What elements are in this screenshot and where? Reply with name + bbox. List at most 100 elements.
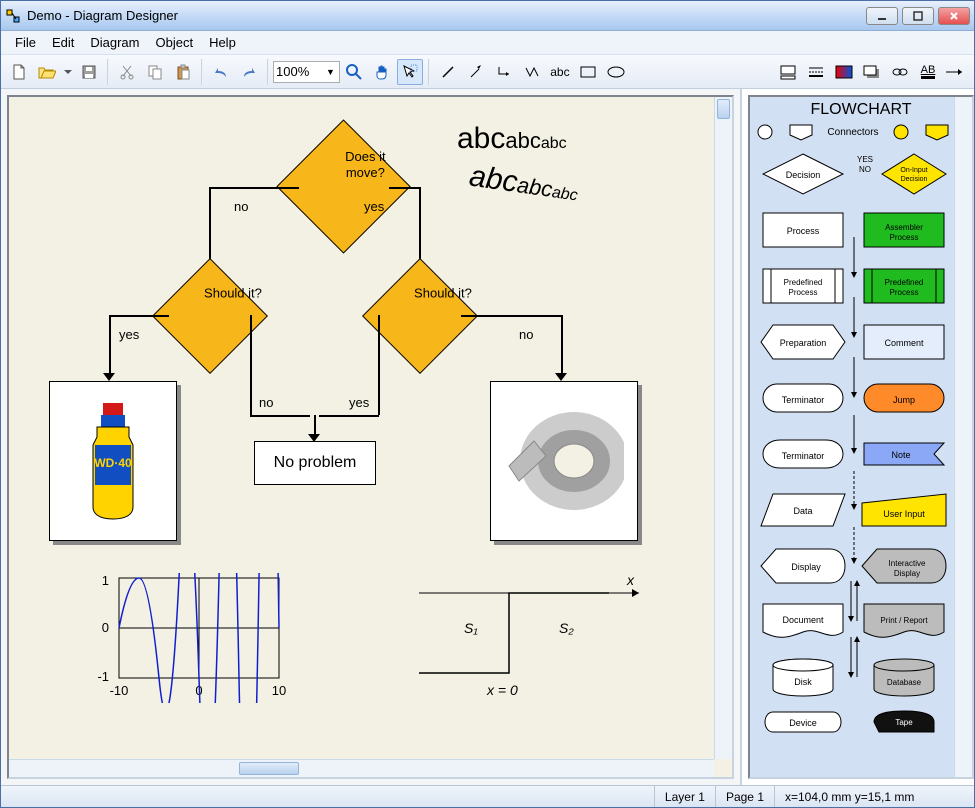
svg-text:Decision: Decision bbox=[785, 170, 820, 180]
pan-tool-icon[interactable] bbox=[369, 59, 395, 85]
toolbar: ▼ abc AB bbox=[1, 55, 974, 89]
process-node[interactable]: No problem bbox=[254, 441, 376, 485]
arrow-right-icon[interactable] bbox=[943, 59, 969, 85]
edge-label: yes bbox=[119, 327, 139, 342]
palette-document[interactable]: Document bbox=[754, 595, 851, 649]
palette-tape[interactable]: Tape bbox=[855, 707, 952, 737]
redo-icon[interactable] bbox=[236, 59, 262, 85]
palette-terminator2[interactable]: Terminator bbox=[754, 427, 851, 481]
cut-icon[interactable] bbox=[114, 59, 140, 85]
close-button[interactable] bbox=[938, 7, 970, 25]
select-tool-icon[interactable] bbox=[397, 59, 423, 85]
menu-file[interactable]: File bbox=[7, 33, 44, 52]
text-sample[interactable]: abcabcabc bbox=[467, 160, 580, 209]
arrow-tool-icon[interactable] bbox=[463, 59, 489, 85]
svg-text:S₂: S₂ bbox=[559, 620, 574, 636]
status-page[interactable]: Page 1 bbox=[715, 786, 774, 807]
copy-icon[interactable] bbox=[142, 59, 168, 85]
plot-step[interactable]: x S₁ S₂ x = 0 bbox=[409, 573, 649, 703]
svg-text:Note: Note bbox=[891, 450, 910, 460]
svg-text:Terminator: Terminator bbox=[781, 451, 824, 461]
zoom-selector[interactable]: ▼ bbox=[273, 61, 340, 83]
new-file-icon[interactable] bbox=[6, 59, 32, 85]
image-wd40[interactable]: WD·40 bbox=[49, 381, 177, 541]
text-tool-icon[interactable]: abc bbox=[547, 59, 573, 85]
text-sample[interactable]: abcabcabc bbox=[457, 122, 567, 156]
zoom-input[interactable] bbox=[276, 64, 324, 79]
palette-assembler-process[interactable]: AssemblerProcess bbox=[855, 203, 952, 257]
dropdown-icon[interactable] bbox=[62, 59, 74, 85]
open-file-icon[interactable] bbox=[34, 59, 60, 85]
palette-predefined-process[interactable]: PredefinedProcess bbox=[754, 259, 851, 313]
palette-note[interactable]: Note bbox=[855, 427, 952, 481]
palette-comment[interactable]: Comment bbox=[855, 315, 952, 369]
palette-database[interactable]: Database bbox=[855, 651, 952, 705]
connector-circle-yellow-icon[interactable] bbox=[892, 123, 910, 141]
edge-label: yes bbox=[364, 199, 384, 214]
palette-jump[interactable]: Jump bbox=[855, 371, 952, 425]
edge-label: no bbox=[234, 199, 248, 214]
minimize-button[interactable] bbox=[866, 7, 898, 25]
palette-interactive-display[interactable]: InteractiveDisplay bbox=[855, 539, 952, 593]
plot-sine[interactable]: 1 0 -1 -10 0 10 bbox=[89, 573, 289, 703]
svg-text:Interactive: Interactive bbox=[888, 559, 925, 568]
zigzag-tool-icon[interactable] bbox=[519, 59, 545, 85]
palette-on-input-decision[interactable]: YES NO On-InputDecision bbox=[855, 147, 952, 201]
palette-predefined-process-green[interactable]: PredefinedProcess bbox=[855, 259, 952, 313]
line-style-icon[interactable] bbox=[803, 59, 829, 85]
palette-data[interactable]: Data bbox=[754, 483, 851, 537]
svg-text:Data: Data bbox=[793, 506, 812, 516]
main-area: Does it move? no yes Should it? Should i… bbox=[1, 89, 974, 785]
ellipse-tool-icon[interactable] bbox=[603, 59, 629, 85]
palette-preparation[interactable]: Preparation bbox=[754, 315, 851, 369]
palette-title: FLOWCHART bbox=[750, 97, 972, 123]
connector-circle-icon[interactable] bbox=[756, 123, 774, 141]
palette-print-report[interactable]: Print / Report bbox=[855, 595, 952, 649]
text-color-icon[interactable]: AB bbox=[915, 59, 941, 85]
menu-object[interactable]: Object bbox=[147, 33, 201, 52]
canvas[interactable]: Does it move? no yes Should it? Should i… bbox=[7, 95, 734, 779]
fill-color-icon[interactable] bbox=[775, 59, 801, 85]
palette-terminator[interactable]: Terminator bbox=[754, 371, 851, 425]
palette-decision[interactable]: Decision bbox=[754, 147, 851, 201]
connector-offpage-yellow-icon[interactable] bbox=[924, 123, 950, 141]
shadow-icon[interactable] bbox=[859, 59, 885, 85]
rect-tool-icon[interactable] bbox=[575, 59, 601, 85]
palette: FLOWCHART Connectors Decision bbox=[740, 89, 974, 785]
palette-process[interactable]: Process bbox=[754, 203, 851, 257]
app-window: Demo - Diagram Designer File Edit Diagra… bbox=[0, 0, 975, 808]
svg-text:Preparation: Preparation bbox=[779, 338, 826, 348]
paste-icon[interactable] bbox=[170, 59, 196, 85]
zoom-tool-icon[interactable] bbox=[341, 59, 367, 85]
palette-disk[interactable]: Disk bbox=[754, 651, 851, 705]
svg-text:On-Input: On-Input bbox=[900, 167, 927, 174]
palette-device[interactable]: Device bbox=[754, 707, 851, 737]
gradient-icon[interactable] bbox=[831, 59, 857, 85]
svg-text:Display: Display bbox=[893, 569, 919, 578]
link-icon[interactable] bbox=[887, 59, 913, 85]
chevron-down-icon[interactable]: ▼ bbox=[324, 67, 337, 77]
palette-vertical-scrollbar[interactable] bbox=[954, 97, 972, 777]
edge-label: no bbox=[519, 327, 533, 342]
menu-edit[interactable]: Edit bbox=[44, 33, 82, 52]
canvas-horizontal-scrollbar[interactable] bbox=[9, 759, 714, 777]
save-icon[interactable] bbox=[76, 59, 102, 85]
connector-tool-icon[interactable] bbox=[491, 59, 517, 85]
undo-icon[interactable] bbox=[208, 59, 234, 85]
image-duct-tape[interactable] bbox=[490, 381, 638, 541]
svg-text:Process: Process bbox=[788, 288, 817, 297]
palette-user-input[interactable]: User Input bbox=[855, 483, 952, 537]
svg-text:Print / Report: Print / Report bbox=[880, 616, 928, 625]
menu-diagram[interactable]: Diagram bbox=[82, 33, 147, 52]
svg-text:Terminator: Terminator bbox=[781, 395, 824, 405]
menu-help[interactable]: Help bbox=[201, 33, 244, 52]
svg-text:Assembler: Assembler bbox=[885, 223, 923, 232]
canvas-vertical-scrollbar[interactable] bbox=[714, 97, 732, 759]
svg-text:User Input: User Input bbox=[883, 509, 925, 519]
status-layer[interactable]: Layer 1 bbox=[654, 786, 715, 807]
connector-offpage-icon[interactable] bbox=[788, 123, 814, 141]
maximize-button[interactable] bbox=[902, 7, 934, 25]
status-coords: x=104,0 mm y=15,1 mm bbox=[774, 786, 974, 807]
palette-display[interactable]: Display bbox=[754, 539, 851, 593]
line-tool-icon[interactable] bbox=[435, 59, 461, 85]
